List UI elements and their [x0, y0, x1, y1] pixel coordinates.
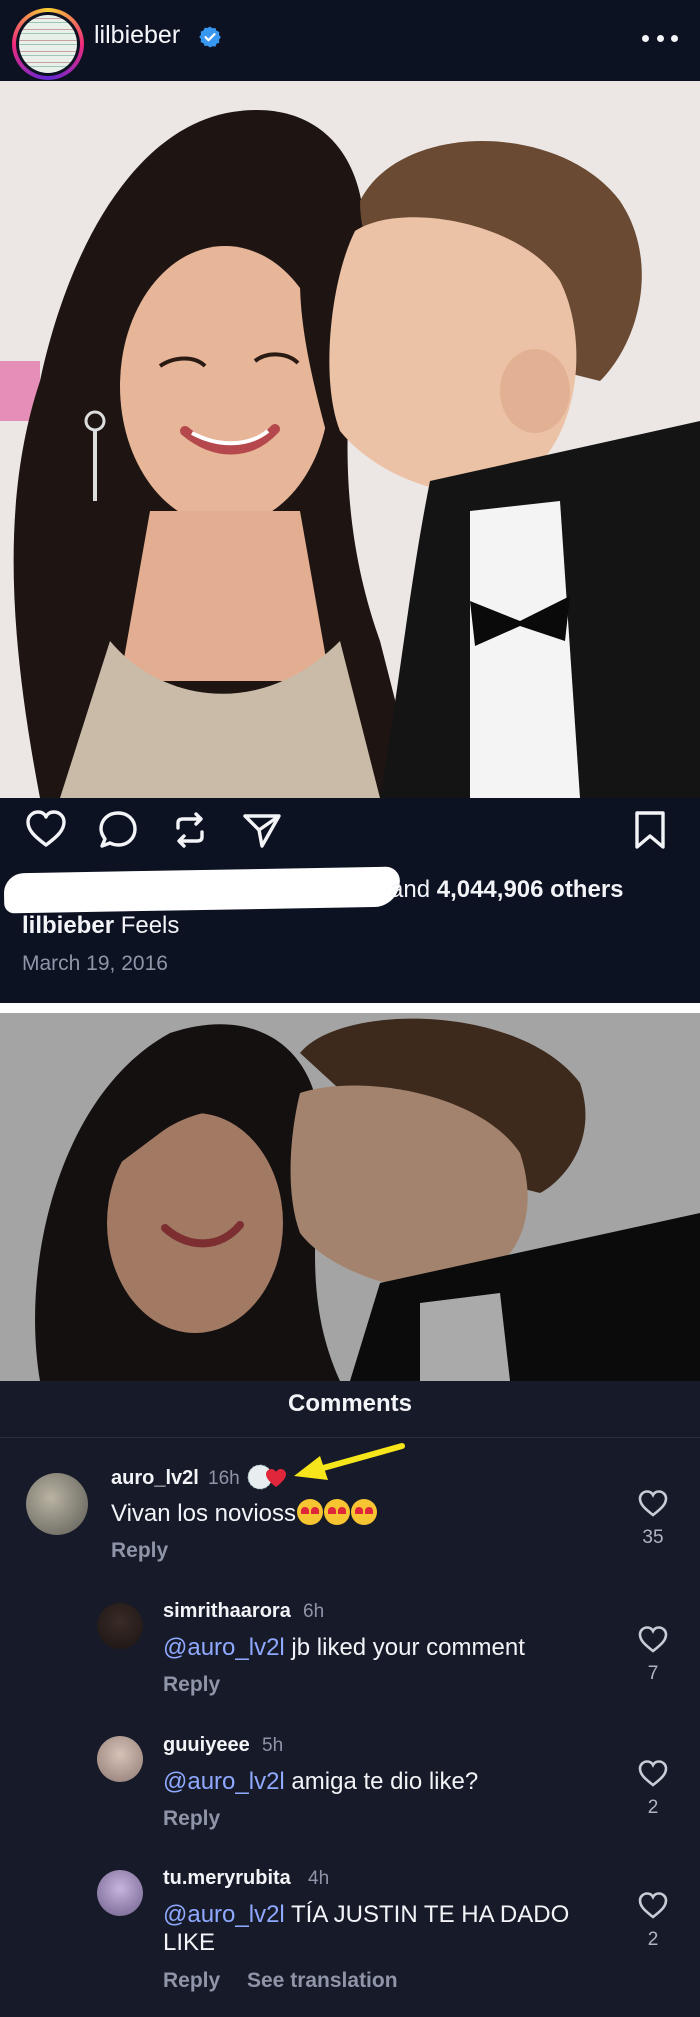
reply-button[interactable]: Reply — [163, 1969, 220, 1993]
comments-title: Comments — [287, 1390, 413, 1417]
comment-icon[interactable] — [96, 808, 140, 852]
redaction-scribble — [3, 866, 401, 914]
likes-summary[interactable]: and 4,044,906 others — [390, 876, 624, 904]
creator-liked-icon — [247, 1464, 286, 1490]
reply-button[interactable]: Reply — [163, 1673, 220, 1697]
comment-like-heart-icon[interactable] — [637, 1624, 669, 1656]
post-date: March 19, 2016 — [22, 952, 168, 975]
caption-username[interactable]: lilbieber — [22, 912, 114, 939]
comment-avatar[interactable] — [97, 1603, 143, 1649]
comment-avatar[interactable] — [26, 1473, 88, 1535]
heart-eyes-emoji-icon — [351, 1499, 377, 1525]
see-translation-link[interactable]: See translation — [247, 1969, 398, 1993]
comment-like-count: 35 — [642, 1527, 664, 1548]
comment-mention[interactable]: @auro_lv2l — [163, 1768, 285, 1795]
comment-text: @auro_lv2l amiga te dio like? — [163, 1768, 479, 1795]
profile-avatar[interactable] — [12, 8, 84, 80]
post-username[interactable]: lilbieber — [94, 21, 180, 50]
comments-divider — [0, 1437, 700, 1438]
heart-eyes-emoji-icon — [297, 1499, 323, 1525]
comment-like-heart-icon[interactable] — [637, 1758, 669, 1790]
heart-icon[interactable] — [24, 808, 68, 852]
comment-username[interactable]: tu.meryrubita — [163, 1867, 291, 1890]
comment-text: @auro_lv2l jb liked your comment — [163, 1634, 525, 1661]
comment-username[interactable]: auro_lv2l — [111, 1467, 199, 1490]
comment-time: 5h — [262, 1735, 284, 1756]
comment-time: 16h — [208, 1468, 240, 1489]
comment-like-count: 2 — [647, 1929, 659, 1950]
comment-like-heart-icon[interactable] — [637, 1488, 669, 1520]
more-options-icon[interactable] — [642, 22, 678, 54]
caption-text: Feels — [120, 912, 180, 939]
post-panel: lilbieber and 4,044,906 others lilbieber… — [0, 0, 700, 1003]
repost-icon[interactable] — [168, 808, 212, 852]
post-header: lilbieber — [0, 0, 700, 81]
post-photo-dimmed — [0, 1013, 700, 1381]
post-caption: lilbieber Feels — [22, 912, 179, 940]
post-photo[interactable] — [0, 81, 700, 798]
comment-time: 4h — [308, 1868, 330, 1889]
comment-text: Vivan los novioss — [111, 1499, 377, 1528]
post-actions — [0, 798, 700, 860]
comment-mention[interactable]: @auro_lv2l — [163, 1901, 285, 1928]
comment-username[interactable]: guuiyeee — [163, 1734, 250, 1757]
comment-mention[interactable]: @auro_lv2l — [163, 1634, 285, 1661]
comment-avatar[interactable] — [97, 1870, 143, 1916]
comment-like-count: 7 — [647, 1663, 659, 1684]
comment-avatar[interactable] — [97, 1736, 143, 1782]
verified-icon — [199, 26, 221, 48]
heart-eyes-emoji-icon — [324, 1499, 350, 1525]
share-icon[interactable] — [240, 808, 284, 852]
comment-text: @auro_lv2l TÍA JUSTIN TE HA DADO LIKE — [163, 1901, 570, 1956]
bookmark-icon[interactable] — [628, 808, 672, 852]
panel-divider — [0, 1003, 700, 1013]
reply-button[interactable]: Reply — [163, 1807, 220, 1831]
comment-like-count: 2 — [647, 1797, 659, 1818]
comment-username[interactable]: simrithaarora — [163, 1600, 291, 1623]
comment-like-heart-icon[interactable] — [637, 1890, 669, 1922]
reply-button[interactable]: Reply — [111, 1539, 168, 1563]
comment-time: 6h — [303, 1601, 325, 1622]
highlight-arrow-icon — [294, 1443, 405, 1480]
